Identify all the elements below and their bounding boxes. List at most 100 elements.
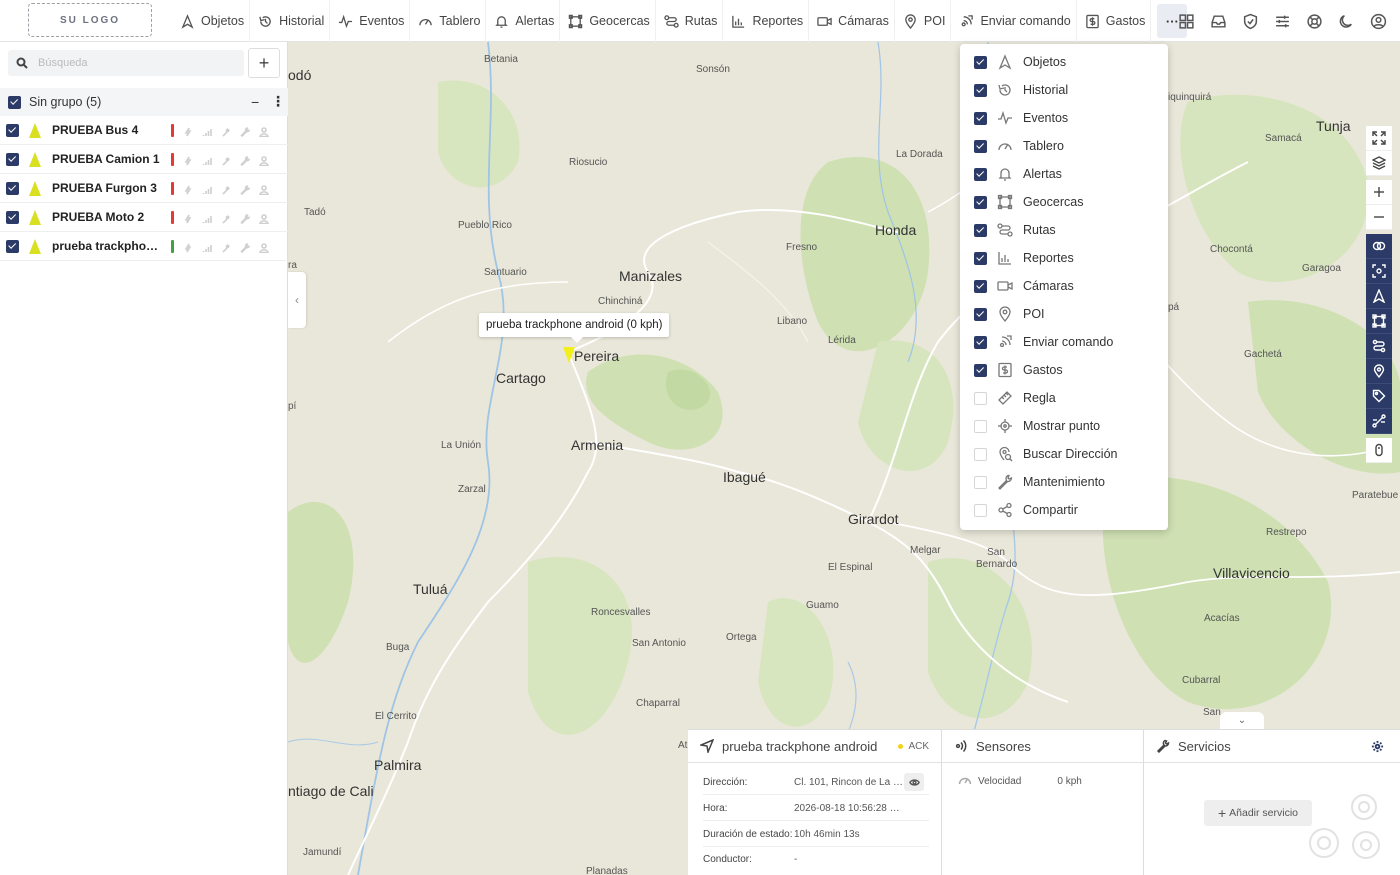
menu-item-checkbox[interactable] — [974, 223, 987, 237]
search-input[interactable] — [38, 57, 218, 69]
logo[interactable]: SU LOGO — [28, 3, 152, 37]
dark-mode-toggle[interactable] — [1330, 0, 1362, 42]
menu-item-checkbox[interactable] — [974, 279, 987, 293]
nav-camaras[interactable]: Cámaras — [809, 0, 895, 42]
menu-item-reportes[interactable]: Reportes — [960, 244, 1168, 272]
services-settings-button[interactable] — [1371, 740, 1384, 753]
menu-item-mantenimiento[interactable]: Mantenimiento — [960, 468, 1168, 496]
menu-item-regla[interactable]: Regla — [960, 384, 1168, 412]
support-button[interactable] — [1298, 0, 1330, 42]
nav-rutas[interactable]: Rutas — [656, 0, 724, 42]
objects-layer-toggle[interactable] — [1366, 284, 1392, 309]
nav-eventos[interactable]: Eventos — [330, 0, 411, 42]
nav-objetos[interactable]: Objetos — [172, 0, 251, 42]
menu-item-checkbox[interactable] — [974, 503, 987, 517]
cluster-toggle[interactable] — [1366, 234, 1392, 259]
menu-item-gastos[interactable]: Gastos — [960, 356, 1168, 384]
map-place-label: Restrepo — [1266, 527, 1307, 538]
zoom-out-button[interactable] — [1366, 205, 1392, 230]
crosshair-icon — [998, 419, 1012, 433]
menu-item-tablero[interactable]: Tablero — [960, 132, 1168, 160]
wrench-icon — [1156, 739, 1170, 753]
object-row[interactable]: PRUEBA Bus 4 — [0, 116, 288, 145]
menu-item-geocercas[interactable]: Geocercas — [960, 188, 1168, 216]
layers-button[interactable] — [1366, 151, 1392, 176]
group-collapse-button[interactable]: − — [251, 94, 259, 110]
menu-item-checkbox[interactable] — [974, 195, 987, 209]
menu-item-checkbox[interactable] — [974, 55, 987, 69]
nav-geocercas[interactable]: Geocercas — [560, 0, 656, 42]
menu-item-eventos[interactable]: Eventos — [960, 104, 1168, 132]
menu-item-checkbox[interactable] — [974, 83, 987, 97]
menu-item-buscar-dirección[interactable]: Buscar Dirección — [960, 440, 1168, 468]
menu-item-checkbox[interactable] — [974, 139, 987, 153]
menu-item-checkbox[interactable] — [974, 363, 987, 377]
menu-item-checkbox[interactable] — [974, 447, 987, 461]
object-checkbox[interactable] — [6, 152, 19, 166]
menu-item-checkbox[interactable] — [974, 419, 987, 433]
object-row[interactable]: prueba trackphone android — [0, 232, 288, 261]
poi-layer-toggle[interactable] — [1366, 359, 1392, 384]
user-account-button[interactable] — [1362, 0, 1394, 42]
menu-item-poi[interactable]: POI — [960, 300, 1168, 328]
object-row[interactable]: PRUEBA Moto 2 — [0, 203, 288, 232]
add-object-button[interactable]: + — [248, 48, 280, 78]
menu-item-checkbox[interactable] — [974, 391, 987, 405]
menu-item-compartir[interactable]: Compartir — [960, 496, 1168, 524]
menu-item-rutas[interactable]: Rutas — [960, 216, 1168, 244]
tail-layer-toggle[interactable] — [1366, 409, 1392, 434]
inbox-button[interactable] — [1202, 0, 1234, 42]
show-address-button[interactable] — [904, 773, 924, 791]
menu-item-mostrar-punto[interactable]: Mostrar punto — [960, 412, 1168, 440]
fullscreen-button[interactable] — [1366, 126, 1392, 151]
nav-tablero[interactable]: Tablero — [410, 0, 487, 42]
objects-sidebar: + Sin grupo (5) − ⋮ PRUEBA Bus 4 PRUEBA C… — [0, 42, 288, 875]
object-checkbox[interactable] — [6, 123, 19, 137]
ack-badge[interactable]: ACK — [898, 741, 929, 752]
nav-historial[interactable]: Historial — [250, 0, 331, 42]
map-place-label: Ibagué — [723, 469, 766, 485]
nav-reportes[interactable]: Reportes — [723, 0, 810, 42]
menu-item-objetos[interactable]: Objetos — [960, 48, 1168, 76]
menu-item-checkbox[interactable] — [974, 251, 987, 265]
tags-layer-toggle[interactable] — [1366, 384, 1392, 409]
menu-item-checkbox[interactable] — [974, 167, 987, 181]
routes-layer-toggle[interactable] — [1366, 334, 1392, 359]
sensors-title: Sensores — [976, 738, 1031, 754]
menu-item-checkbox[interactable] — [974, 475, 987, 489]
scroll-mouse-button[interactable] — [1366, 438, 1392, 463]
object-marker[interactable] — [563, 347, 575, 363]
map-place-label: San — [1203, 707, 1221, 718]
menu-item-checkbox[interactable] — [974, 307, 987, 321]
object-checkbox[interactable] — [6, 181, 19, 195]
group-menu-button[interactable]: ⋮ — [271, 93, 285, 110]
menu-item-enviar-comando[interactable]: Enviar comando — [960, 328, 1168, 356]
add-service-button[interactable]: + Añadir servicio — [1204, 800, 1312, 826]
apps-grid-button[interactable] — [1170, 0, 1202, 42]
user-icon — [259, 183, 269, 196]
menu-item-historial[interactable]: Historial — [960, 76, 1168, 104]
menu-item-cámaras[interactable]: Cámaras — [960, 272, 1168, 300]
nav-poi[interactable]: POI — [895, 0, 952, 42]
menu-item-alertas[interactable]: Alertas — [960, 160, 1168, 188]
send-command-icon — [999, 335, 1012, 348]
object-row[interactable]: PRUEBA Camion 1 — [0, 145, 288, 174]
object-checkbox[interactable] — [6, 239, 19, 253]
search-box[interactable] — [8, 50, 244, 76]
group-checkbox[interactable] — [8, 95, 21, 109]
sidebar-collapse-tab[interactable]: ‹ — [288, 272, 306, 328]
geofences-layer-toggle[interactable] — [1366, 309, 1392, 334]
menu-item-checkbox[interactable] — [974, 335, 987, 349]
zoom-in-button[interactable] — [1366, 180, 1392, 205]
settings-sliders-button[interactable] — [1266, 0, 1298, 42]
info-panel-toggle[interactable]: ⌄ — [1220, 712, 1264, 729]
nav-alertas[interactable]: Alertas — [486, 0, 561, 42]
menu-item-checkbox[interactable] — [974, 111, 987, 125]
nav-enviar-comando[interactable]: Enviar comando — [951, 0, 1077, 42]
object-checkbox[interactable] — [6, 210, 19, 224]
security-button[interactable] — [1234, 0, 1266, 42]
object-row[interactable]: PRUEBA Furgon 3 — [0, 174, 288, 203]
group-header[interactable]: Sin grupo (5) − ⋮ — [0, 88, 288, 116]
nav-gastos[interactable]: Gastos — [1077, 0, 1152, 42]
fit-objects-toggle[interactable] — [1366, 259, 1392, 284]
